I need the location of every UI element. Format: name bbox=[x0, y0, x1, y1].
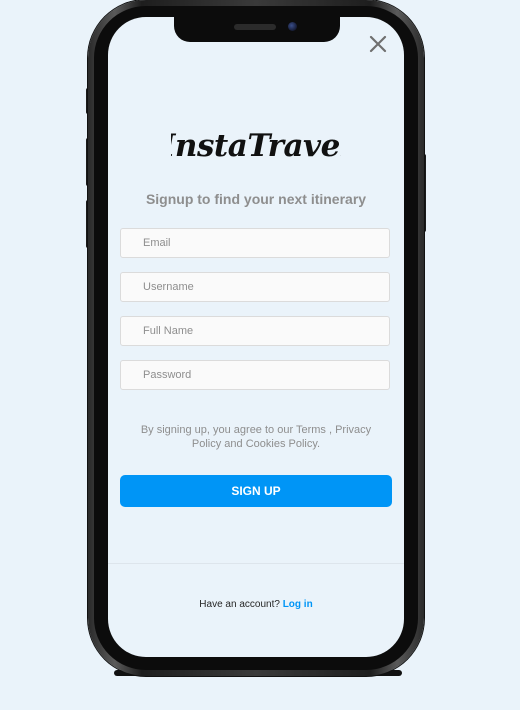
phone-frame: InstaTravel Signup to find your next iti… bbox=[88, 0, 424, 676]
password-field[interactable] bbox=[120, 360, 390, 390]
logo-text: InstaTravel bbox=[171, 128, 341, 164]
login-link[interactable]: Log in bbox=[283, 599, 313, 610]
phone-camera bbox=[288, 22, 297, 31]
terms-conjunction: and bbox=[221, 438, 246, 450]
close-button[interactable] bbox=[368, 34, 388, 54]
terms-prefix: By signing up, you agree to our bbox=[140, 424, 296, 436]
close-icon bbox=[369, 35, 387, 53]
subtitle: Signup to find your next itinerary bbox=[145, 191, 367, 207]
email-field[interactable] bbox=[120, 228, 390, 258]
phone-screen: InstaTravel Signup to find your next iti… bbox=[108, 17, 404, 657]
signup-button[interactable]: SIGN UP bbox=[120, 475, 392, 507]
terms-suffix: . bbox=[317, 438, 321, 450]
phone-speaker bbox=[234, 24, 276, 30]
login-prompt: Have an account? Log in bbox=[108, 599, 404, 610]
phone-notch bbox=[174, 17, 340, 42]
terms-notice: By signing up, you agree to our Terms , … bbox=[128, 423, 384, 451]
username-field[interactable] bbox=[120, 272, 390, 302]
logo: InstaTravel bbox=[108, 118, 404, 173]
divider bbox=[108, 563, 404, 564]
fullname-field[interactable] bbox=[120, 316, 390, 346]
terms-separator: , bbox=[325, 424, 336, 436]
terms-link[interactable]: Terms bbox=[296, 424, 326, 436]
have-account-text: Have an account? bbox=[199, 599, 280, 610]
stage: InstaTravel Signup to find your next iti… bbox=[0, 0, 520, 710]
cookies-policy-link[interactable]: Cookies Policy bbox=[246, 438, 317, 450]
logo-wordmark: InstaTravel bbox=[160, 128, 352, 164]
